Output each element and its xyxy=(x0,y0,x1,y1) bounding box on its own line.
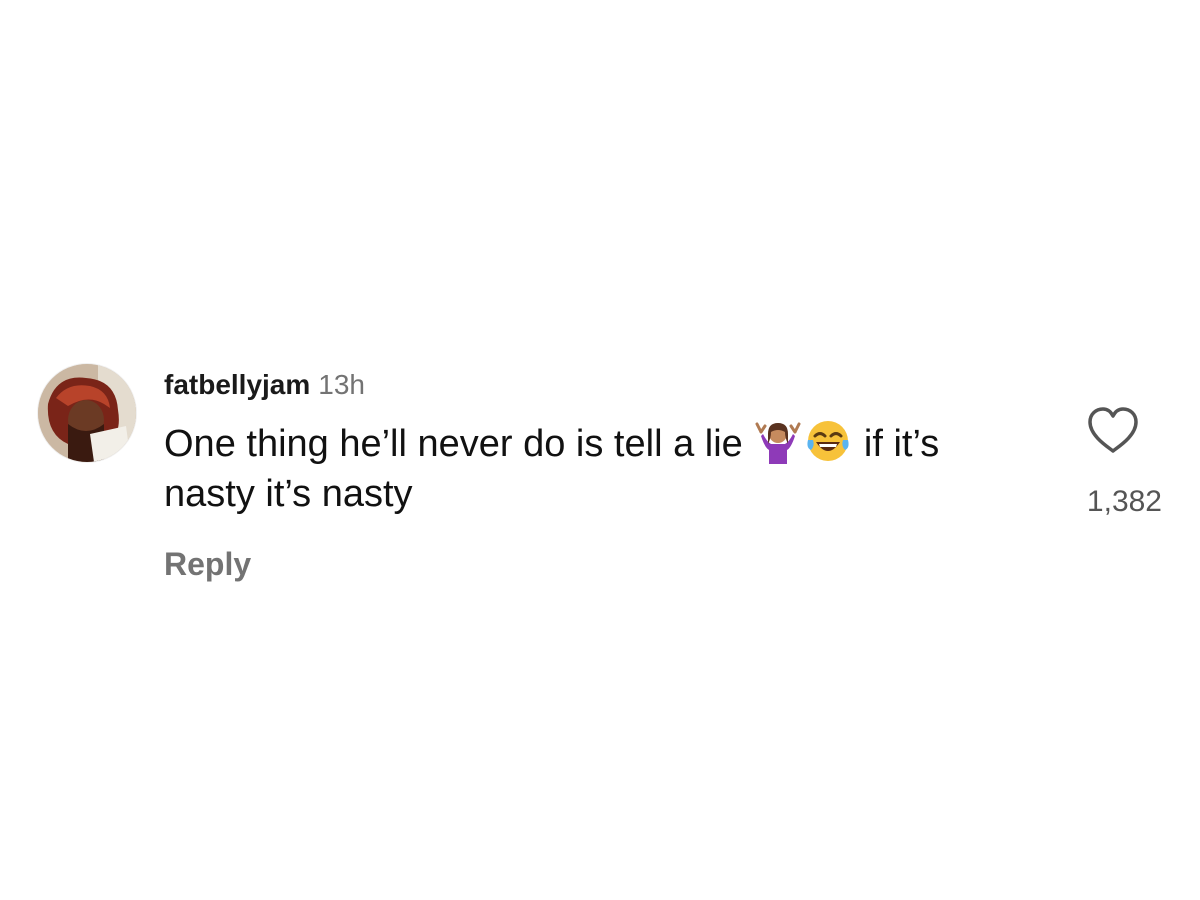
comment: fatbellyjam 13h One thing he’ll never do … xyxy=(0,0,1200,900)
avatar-image xyxy=(38,364,136,462)
like-count: 1,382 xyxy=(1086,485,1162,518)
username[interactable]: fatbellyjam xyxy=(164,369,310,400)
comment-text: One thing he’ll never do is tell a lie i… xyxy=(164,418,1024,519)
avatar[interactable] xyxy=(38,364,136,462)
heart-outline-icon[interactable] xyxy=(1086,406,1140,456)
timestamp: 13h xyxy=(318,369,365,400)
comment-text-part1: One thing he’ll never do is tell a lie xyxy=(164,423,743,465)
woman-shrugging-emoji-icon xyxy=(755,418,801,464)
face-with-tears-of-joy-emoji-icon xyxy=(805,418,851,464)
comment-header: fatbellyjam 13h xyxy=(164,366,365,404)
reply-button[interactable]: Reply xyxy=(164,542,251,586)
